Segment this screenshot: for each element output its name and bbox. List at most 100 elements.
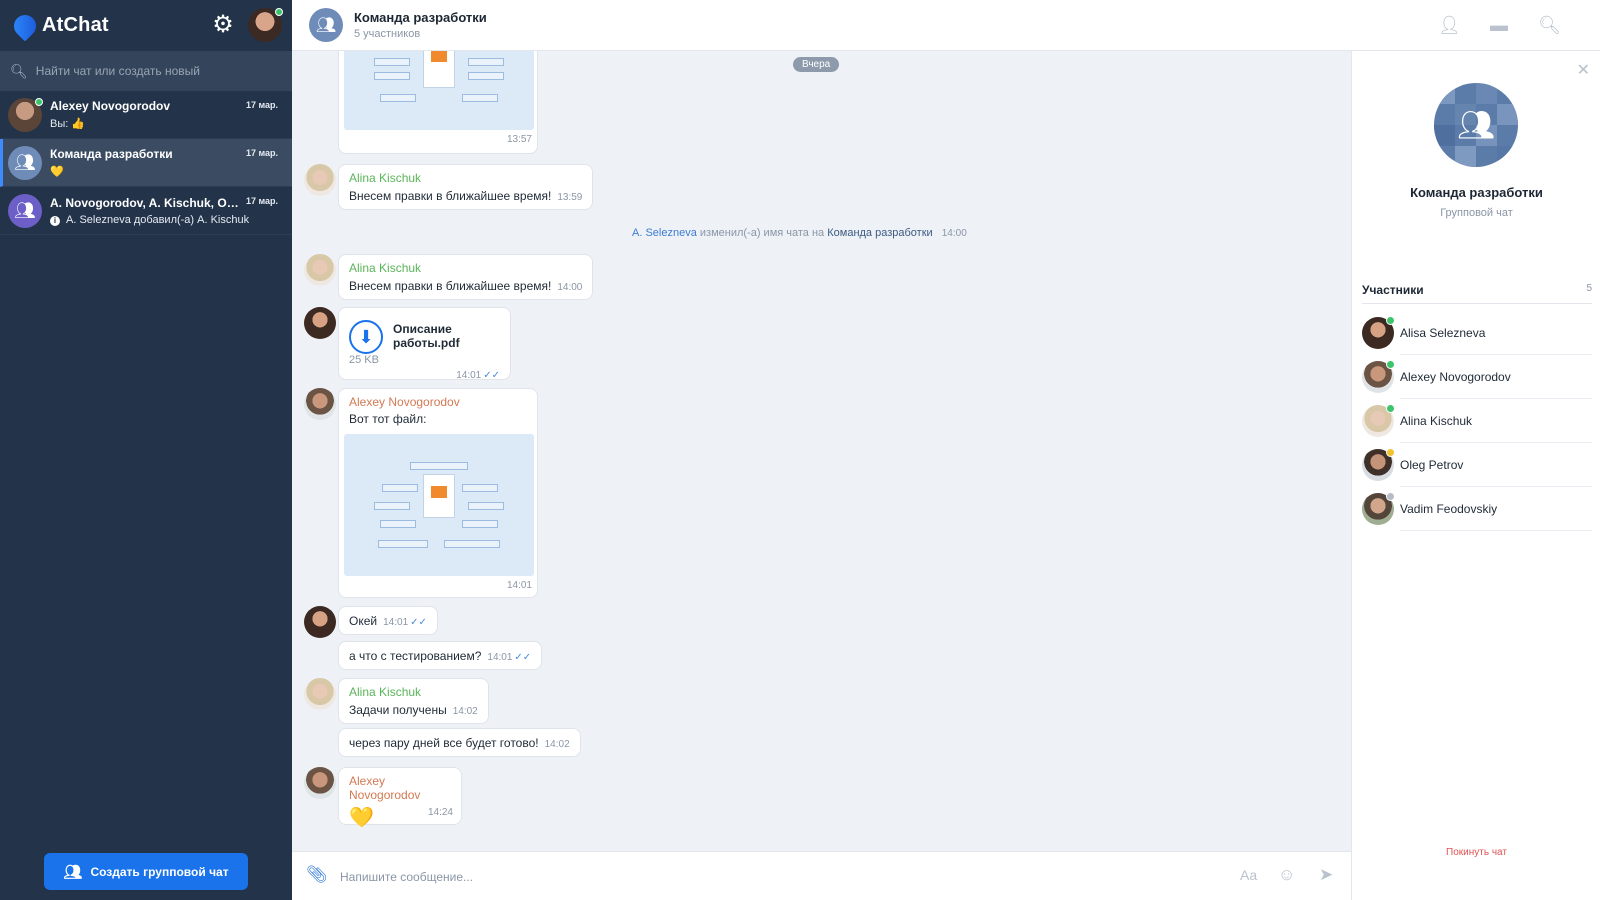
member-item[interactable]: Alexey Novogorodov <box>1362 355 1592 399</box>
sidebar: AtChat ⚙ 🔍︎ Alexey Novogorodov Вы: 👍 17 … <box>0 0 292 900</box>
avatar[interactable] <box>304 254 336 286</box>
send-icon[interactable]: ➤ <box>1319 865 1333 885</box>
avatar <box>1362 404 1395 437</box>
chat-search-input[interactable] <box>35 64 282 78</box>
emoji-smile-icon[interactable]: ☺ <box>1278 865 1295 885</box>
avatar <box>1362 492 1395 525</box>
member-item[interactable]: Alina Kischuk <box>1362 399 1592 443</box>
atchat-logo-icon <box>9 9 41 42</box>
file-message[interactable]: ⬇ Описание работы.pdf 25 KB 14:01 ✓✓ <box>338 307 511 381</box>
image-attachment[interactable] <box>344 434 534 576</box>
message-text: Внесем правки в ближайшее время! <box>349 189 552 203</box>
close-icon[interactable]: ✕ <box>1577 60 1590 80</box>
message-time: 14:00 <box>557 282 583 293</box>
avatar <box>1362 316 1395 349</box>
member-item[interactable]: Alisa Selezneva <box>1362 311 1592 355</box>
day-separator: Вчера <box>793 57 840 72</box>
message-bubble: Alina Kischuk Внесем правки в ближайшее … <box>338 254 594 300</box>
avatar[interactable] <box>304 307 336 339</box>
message-sender[interactable]: Alexey Novogorodov <box>349 774 451 802</box>
member-name: Alisa Selezneva <box>1400 311 1592 355</box>
system-user[interactable]: A. Selezneva <box>632 227 697 239</box>
message-bubble: Alina Kischuk Внесем правки в ближайшее … <box>338 164 594 210</box>
group-avatar-icon[interactable]: 👥︎ <box>309 8 343 42</box>
avatar[interactable] <box>304 678 336 710</box>
leave-chat-button[interactable]: Покинуть чат <box>1352 847 1600 858</box>
message-composer: 📎︎ Aa ☺ ➤ <box>292 851 1351 900</box>
avatar[interactable] <box>304 388 336 420</box>
message-time: 14:00 <box>941 228 967 239</box>
chat-item-dev-team[interactable]: 👥︎ Команда разработки 💛 17 мар. <box>0 139 292 187</box>
message-time: 14:01 <box>506 580 532 591</box>
member-item[interactable]: Vadim Feodovskiy <box>1362 487 1592 531</box>
search-icon[interactable]: 🔍︎ <box>1538 14 1561 36</box>
status-dot <box>1386 360 1395 369</box>
member-name: Vadim Feodovskiy <box>1400 487 1592 531</box>
group-name: Команда разработки <box>1410 185 1543 200</box>
file-size: 25 KB <box>349 354 379 366</box>
message-text: Окей <box>349 614 378 628</box>
member-item[interactable]: Oleg Petrov <box>1362 443 1592 487</box>
chat-date: 17 мар. <box>245 148 278 158</box>
add-member-icon[interactable]: 👤︎ <box>1438 14 1461 36</box>
download-icon[interactable]: ⬇ <box>349 320 383 354</box>
message-time: 13:59 <box>557 192 583 203</box>
message-bubble: Окей 14:01 ✓✓ <box>338 606 438 635</box>
group-avatar: 👥︎ <box>1434 83 1518 167</box>
message-sender[interactable]: Alexey Novogorodov <box>349 395 532 409</box>
create-group-label: Создать групповой чат <box>90 864 229 879</box>
member-name: Alexey Novogorodov <box>1400 355 1592 399</box>
group-icon: 👥︎ <box>8 145 42 180</box>
message-text: Вот тот файл: <box>349 412 427 426</box>
message-sender[interactable]: Alina Kischuk <box>349 685 478 699</box>
group-add-icon: 👥︎ <box>63 863 83 881</box>
chat-preview: Вы: 👍 <box>50 118 86 130</box>
chat-header: 👥︎ Команда разработки 5 участников 👤︎ ▬ … <box>292 0 1600 51</box>
chat-preview-row: i A. Selezneva добавил(-а) A. Kischuk <box>50 214 284 226</box>
read-ticks-icon: ✓✓ <box>483 370 500 381</box>
message-time: 14:01 <box>456 370 482 381</box>
chat-subtitle: 5 участников <box>354 28 421 40</box>
avatar[interactable] <box>304 767 336 799</box>
system-message: A. Selezneva изменил(-а) имя чата на Ком… <box>632 227 967 239</box>
members-title: Участники <box>1362 283 1424 297</box>
message-list: 13:57 Вчера Alina Kischuk Внесем правки … <box>292 51 1351 851</box>
chat-title[interactable]: Команда разработки <box>354 10 487 25</box>
avatar[interactable] <box>304 606 336 638</box>
message-time: 13:57 <box>506 134 532 145</box>
read-ticks-icon: ✓✓ <box>410 617 427 628</box>
status-dot <box>1386 448 1395 457</box>
members-header: Участники 5 <box>1362 282 1592 304</box>
avatar <box>1362 448 1395 481</box>
message-text: Внесем правки в ближайшее время! <box>349 279 552 293</box>
chat-preview: A. Selezneva добавил(-а) A. Kischuk <box>66 213 250 226</box>
group-type: Групповой чат <box>1440 207 1513 219</box>
create-group-chat-button[interactable]: 👥︎ Создать групповой чат <box>44 853 248 890</box>
system-action: изменил(-а) имя чата на <box>699 227 825 239</box>
avatar <box>8 97 43 132</box>
message-sender[interactable]: Alina Kischuk <box>349 171 582 185</box>
message-text: через пару дней все будет готово! <box>349 736 539 750</box>
my-avatar[interactable] <box>248 8 283 42</box>
message-time: 14:24 <box>427 807 453 818</box>
settings-gear-icon[interactable]: ⚙ <box>210 12 236 38</box>
chat-preview: 💛 <box>50 166 64 178</box>
message-input[interactable] <box>340 866 1160 888</box>
online-status-dot <box>275 8 283 16</box>
chat-item-alexey[interactable]: Alexey Novogorodov Вы: 👍 17 мар. <box>0 91 292 139</box>
message-time: 14:01 <box>383 617 409 628</box>
attach-paperclip-icon[interactable]: 📎︎ <box>306 865 328 885</box>
chat-item-group-3[interactable]: 👥︎ A. Novogorodov, A. Kischuk, O. Petr..… <box>0 187 292 235</box>
message-sender[interactable]: Alina Kischuk <box>349 261 582 275</box>
info-icon: i <box>50 215 60 226</box>
message-bubble: Alexey Novogorodov 💛 14:24 <box>338 767 462 829</box>
chat-search: 🔍︎ <box>0 51 292 91</box>
folder-icon[interactable]: ▬ <box>1488 14 1510 36</box>
system-chat-name: Команда разработки <box>827 227 933 239</box>
text-format-button[interactable]: Aa <box>1240 867 1257 883</box>
avatar[interactable] <box>304 164 336 196</box>
message-bubble: Alexey Novogorodov Вот тот файл: 14:01 <box>338 388 538 598</box>
read-ticks-icon: ✓✓ <box>514 652 532 663</box>
image-attachment[interactable] <box>344 51 534 130</box>
message-bubble: 13:57 <box>338 51 538 154</box>
